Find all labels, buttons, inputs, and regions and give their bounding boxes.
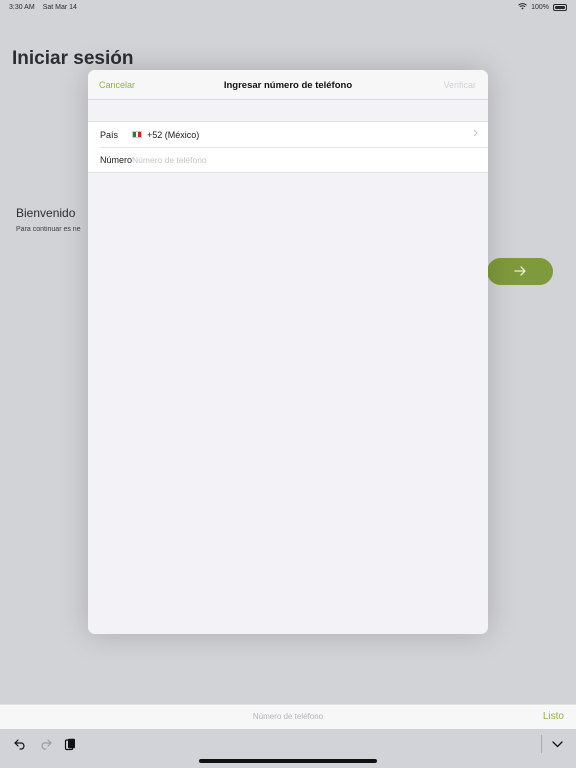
- done-button[interactable]: Listo: [543, 711, 564, 722]
- wifi-icon: [518, 2, 527, 12]
- keyboard-field-preview: Número de teléfono: [252, 712, 324, 721]
- battery-percent: 100%: [531, 3, 549, 11]
- number-row[interactable]: Número Número de teléfono: [88, 147, 488, 172]
- toolbar-divider: [541, 735, 542, 753]
- chevron-down-icon[interactable]: [550, 737, 564, 751]
- battery-icon: [553, 3, 567, 11]
- sheet-nav-bar: Cancelar Ingresar número de teléfono Ver…: [88, 70, 488, 100]
- country-row[interactable]: País +52 (México): [88, 122, 488, 147]
- status-bar: 3:30 AM Sat Mar 14 100%: [0, 0, 576, 14]
- welcome-subtitle: Para continuar es ne: [16, 226, 81, 233]
- home-indicator: [199, 759, 377, 763]
- arrow-right-icon: [513, 264, 527, 279]
- country-value: +52 (México): [147, 129, 200, 140]
- status-date: Sat Mar 14: [42, 3, 77, 11]
- country-label: País: [100, 129, 119, 140]
- next-button[interactable]: [487, 258, 553, 285]
- mexico-flag-icon: [132, 131, 142, 138]
- number-label: Número: [100, 154, 133, 165]
- chevron-right-icon: [473, 129, 478, 139]
- welcome-heading: Bienvenido: [16, 206, 76, 220]
- phone-form: País +52 (México) Número Número de teléf…: [88, 121, 488, 173]
- phone-number-sheet: Cancelar Ingresar número de teléfono Ver…: [88, 70, 488, 634]
- sheet-title: Ingresar número de teléfono: [223, 80, 353, 91]
- clipboard-icon[interactable]: [63, 737, 77, 751]
- undo-icon[interactable]: [13, 737, 27, 751]
- verify-button[interactable]: Verificar: [443, 80, 476, 90]
- status-time: 3:30 AM: [9, 3, 35, 11]
- page-title: Iniciar sesión: [12, 48, 134, 69]
- keyboard-input-bar: Número de teléfono Listo: [0, 704, 576, 729]
- redo-icon[interactable]: [38, 737, 52, 751]
- phone-number-input[interactable]: Número de teléfono: [132, 155, 207, 165]
